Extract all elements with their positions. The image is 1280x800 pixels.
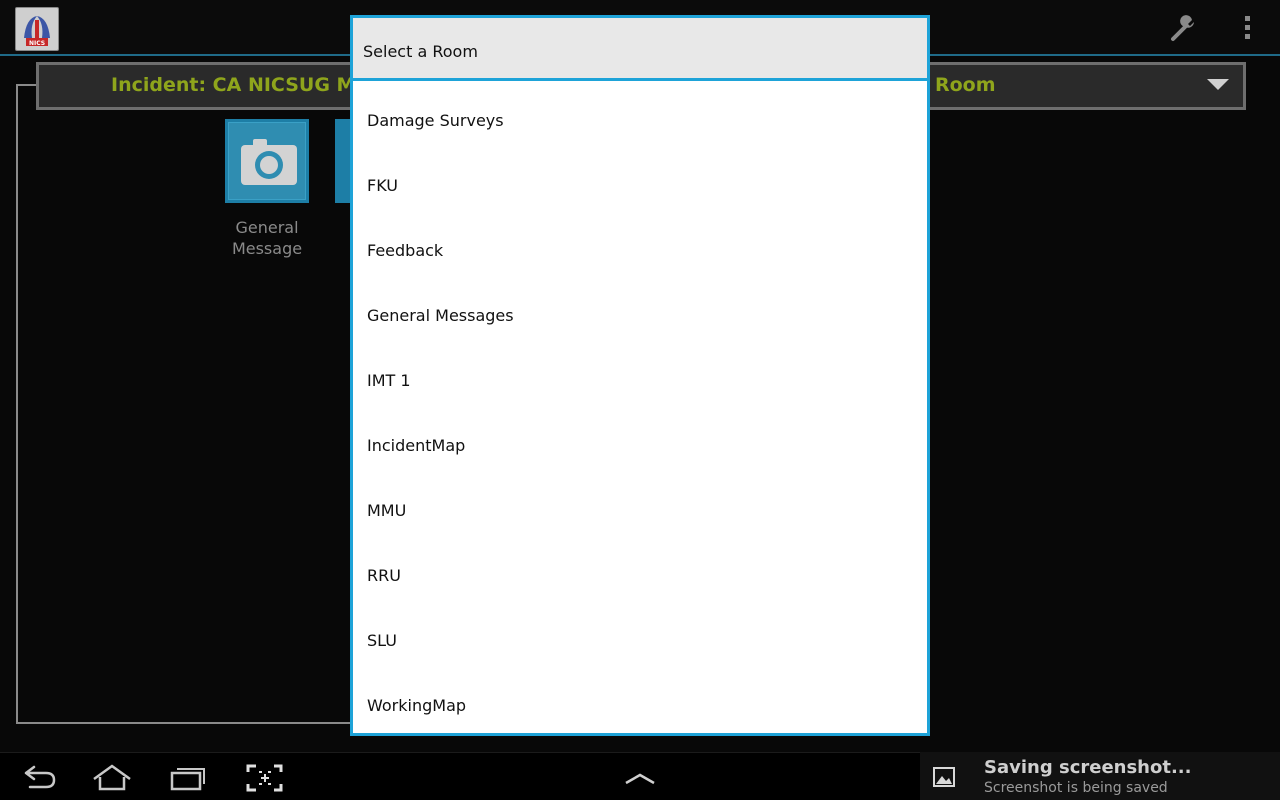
back-icon[interactable] xyxy=(20,763,60,793)
room-item-rru[interactable]: RRU xyxy=(353,541,927,605)
room-item-feedback[interactable]: Feedback xyxy=(353,216,927,280)
general-message-tile[interactable] xyxy=(225,119,309,203)
select-room-dialog: Select a Room Damage Surveys FKU Feedbac… xyxy=(350,15,930,736)
room-label: FKU xyxy=(367,176,398,195)
home-icon[interactable] xyxy=(92,763,132,793)
room-label: IncidentMap xyxy=(367,436,466,455)
tile-face xyxy=(228,122,306,200)
second-tile[interactable] xyxy=(335,119,350,203)
wrench-icon[interactable] xyxy=(1168,12,1200,44)
camera-icon xyxy=(241,139,297,185)
room-label: IMT 1 xyxy=(367,371,411,390)
room-item-general-messages[interactable]: General Messages xyxy=(353,281,927,345)
notification-text: Screenshot is being saved xyxy=(984,780,1168,796)
general-message-label: General Message xyxy=(207,217,327,259)
room-label: General Messages xyxy=(367,306,514,325)
incident-title: Incident: CA NICSUG Mo xyxy=(111,74,369,96)
room-label: Feedback xyxy=(367,241,444,260)
room-item-workingmap[interactable]: WorkingMap xyxy=(353,671,927,735)
recent-apps-icon[interactable] xyxy=(168,763,208,793)
screenshot-icon[interactable] xyxy=(245,763,285,793)
image-icon xyxy=(932,766,956,788)
room-label: SLU xyxy=(367,631,397,650)
nics-logo-icon: NICS xyxy=(24,16,50,47)
room-item-fku[interactable]: FKU xyxy=(353,151,927,215)
room-item-imt-1[interactable]: IMT 1 xyxy=(353,346,927,410)
dialog-header: Select a Room xyxy=(353,18,927,78)
tile-label-line1: General xyxy=(235,218,299,237)
logo-text: NICS xyxy=(29,40,45,47)
room-label: WorkingMap xyxy=(367,696,467,715)
notification-title: Saving screenshot... xyxy=(984,757,1192,778)
chevron-up-icon[interactable] xyxy=(620,763,660,793)
overflow-menu-icon[interactable] xyxy=(1236,12,1260,44)
dropdown-arrow-icon xyxy=(1207,79,1229,90)
room-item-slu[interactable]: SLU xyxy=(353,606,927,670)
room-label: Damage Surveys xyxy=(367,111,504,130)
room-item-incidentmap[interactable]: IncidentMap xyxy=(353,411,927,475)
room-label: RRU xyxy=(367,566,401,585)
incident-room-label: Room xyxy=(935,74,996,96)
screen: NICS Incident: CA NICSUG Mo Room General… xyxy=(0,0,1280,800)
screenshot-notification[interactable]: Saving screenshot... Screenshot is being… xyxy=(920,752,1280,800)
dialog-title: Select a Room xyxy=(363,42,478,61)
tile-label-line2: Message xyxy=(231,239,303,258)
room-item-mmu[interactable]: MMU xyxy=(353,476,927,540)
app-logo[interactable]: NICS xyxy=(15,7,59,51)
room-list: Damage Surveys FKU Feedback General Mess… xyxy=(353,81,927,733)
room-item-damage-surveys[interactable]: Damage Surveys xyxy=(353,86,927,150)
room-label: MMU xyxy=(367,501,407,520)
